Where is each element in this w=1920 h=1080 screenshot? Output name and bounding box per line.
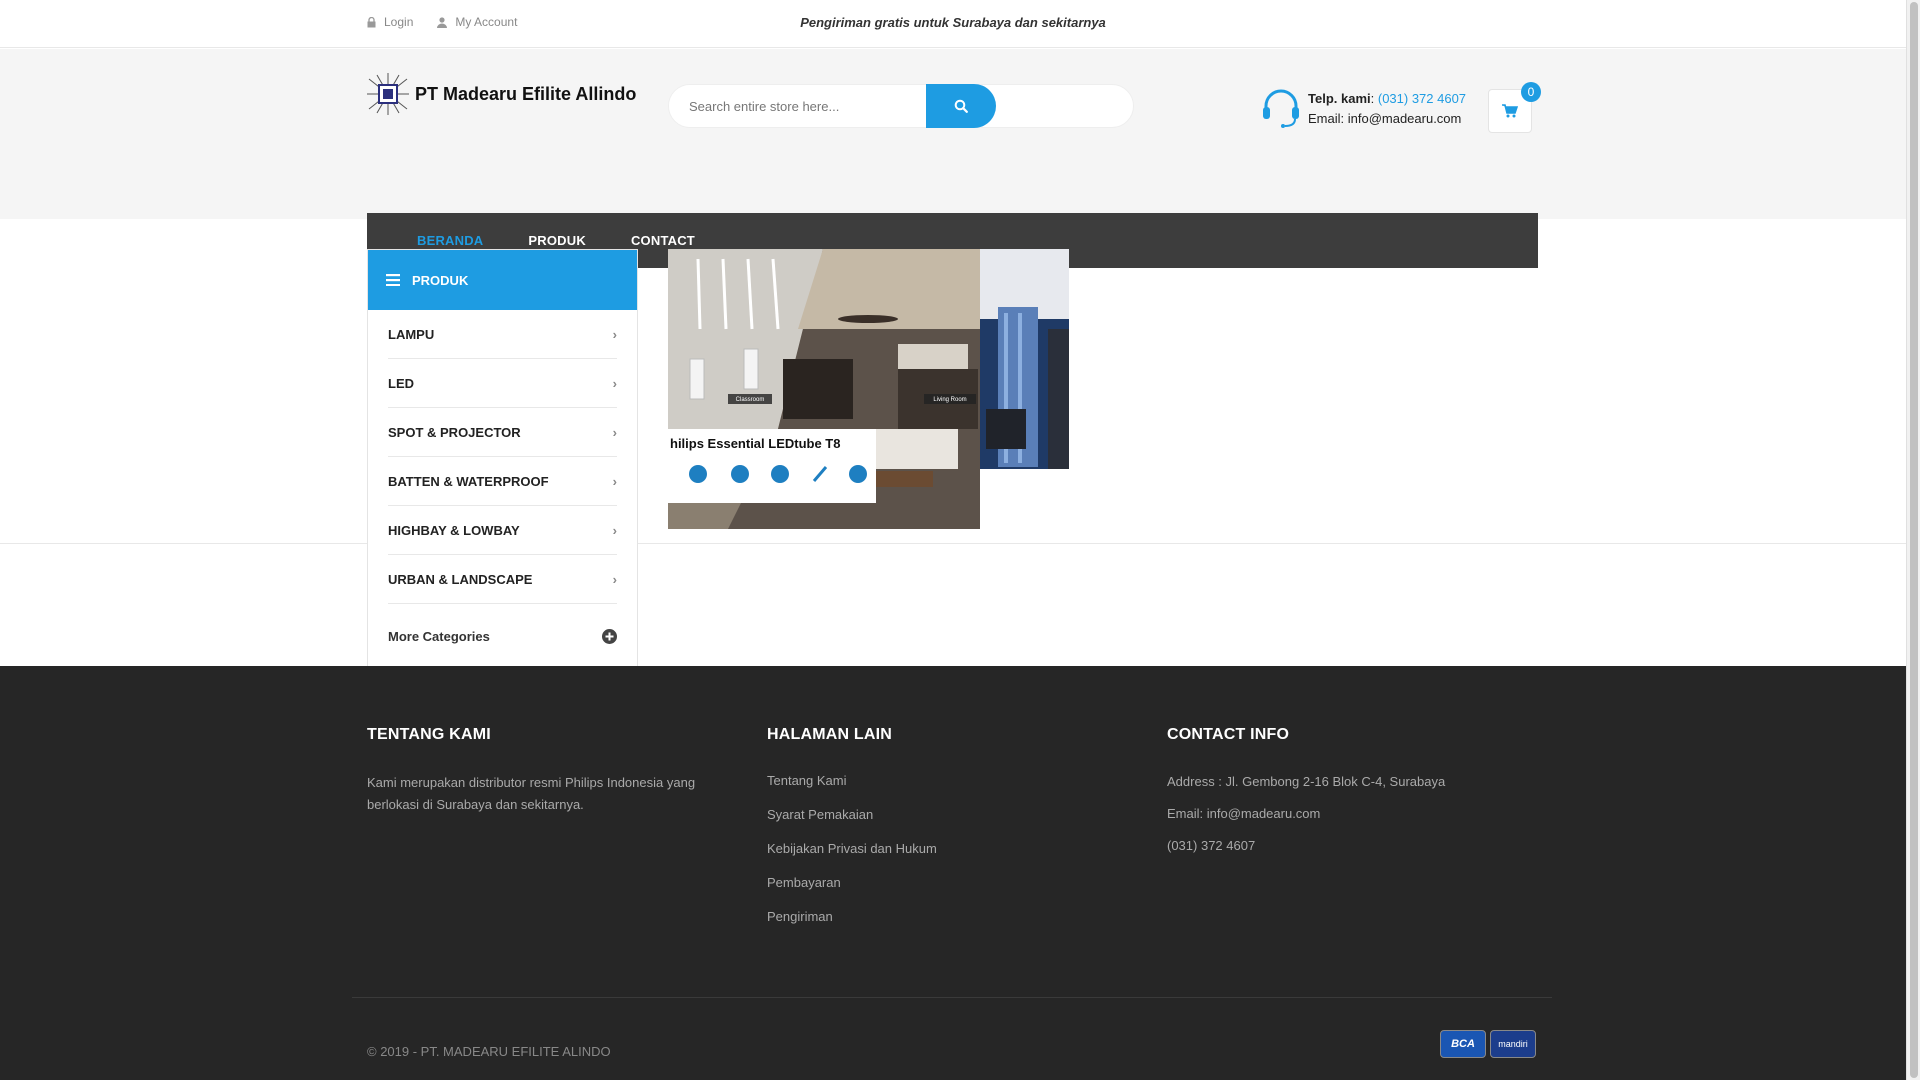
more-categories-button[interactable]: More Categories — [388, 604, 617, 669]
page-scrollbar[interactable] — [1906, 0, 1920, 1080]
search-button[interactable] — [926, 84, 996, 128]
footer: TENTANG KAMI Kami merupakan distributor … — [0, 666, 1906, 1080]
category-title: PRODUK — [412, 272, 469, 288]
footer-about-text: Kami merupakan distributor resmi Philips… — [367, 775, 696, 812]
footer-link-pengiriman[interactable]: Pengiriman — [767, 900, 937, 934]
header-email: Email: info@madearu.com — [1308, 111, 1462, 126]
logo-chip-icon — [367, 73, 409, 115]
headset-icon — [1263, 89, 1299, 128]
product-banner[interactable]: Classroom Living Room hilips Essential L… — [668, 249, 1069, 529]
plus-circle-icon — [602, 629, 617, 644]
shopping-cart-icon — [1502, 104, 1518, 118]
search-icon — [954, 99, 968, 113]
category-label: URBAN & LANDSCAPE — [388, 571, 533, 587]
bca-payment-logo: BCA — [1440, 1030, 1486, 1058]
category-item-spot-projector[interactable]: SPOT & PROJECTOR › — [388, 408, 617, 457]
footer-link-syarat-pemakaian[interactable]: Syarat Pemakaian — [767, 798, 937, 832]
category-label: LAMPU — [388, 326, 435, 342]
footer-about-title: TENTANG KAMI — [367, 726, 491, 743]
footer-divider — [352, 997, 1552, 998]
banner-tag-right: Living Room — [933, 397, 966, 403]
copyright: © 2019 - PT. MADEARU EFILITE ALINDO — [367, 1044, 611, 1059]
header: PT Madearu Efilite Allindo Telp. kami: (… — [0, 49, 1906, 268]
footer-pages: HALAMAN LAIN Tentang Kami Syarat Pemakai… — [767, 726, 937, 934]
section-divider — [0, 543, 1906, 544]
footer-link-pembayaran[interactable]: Pembayaran — [767, 866, 937, 900]
category-label: HIGHBAY & LOWBAY — [388, 522, 520, 538]
category-item-urban-landscape[interactable]: URBAN & LANDSCAPE › — [388, 555, 617, 604]
logo-text: PT Madearu Efilite Allindo — [415, 83, 637, 104]
category-label: SPOT & PROJECTOR — [388, 424, 521, 440]
banner-headline: hilips Essential LEDtube T8 — [670, 436, 840, 451]
menu-icon — [386, 274, 400, 286]
category-item-highbay-lowbay[interactable]: HIGHBAY & LOWBAY › — [388, 506, 617, 555]
mandiri-payment-logo: mandiri — [1490, 1030, 1536, 1058]
chevron-right-icon: › — [612, 522, 617, 538]
payment-methods: BCA mandiri — [1440, 1030, 1536, 1058]
footer-link-kebijakan-privasi[interactable]: Kebijakan Privasi dan Hukum — [767, 832, 937, 866]
header-contact: Telp. kami: (031) 372 4607 Email: info@m… — [1260, 87, 1466, 129]
chevron-right-icon: › — [612, 473, 617, 489]
contact-text: Telp. kami: (031) 372 4607 Email: info@m… — [1308, 87, 1466, 129]
footer-contact-title: CONTACT INFO — [1167, 726, 1290, 743]
chevron-right-icon: › — [612, 424, 617, 440]
footer-phone: (031) 372 4607 — [1167, 838, 1256, 853]
top-bar: Login My Account Pengiriman gratis untuk… — [0, 0, 1906, 48]
chevron-right-icon: › — [612, 571, 617, 587]
footer-pages-title: HALAMAN LAIN — [767, 726, 893, 743]
footer-address: Address : Jl. Gembong 2-16 Blok C-4, Sur… — [1167, 774, 1446, 789]
phone-label: Telp. kami — [1308, 91, 1371, 106]
search-bar — [668, 84, 1134, 128]
chevron-right-icon: › — [612, 326, 617, 342]
cart-button[interactable]: 0 — [1488, 82, 1541, 133]
category-label: LED — [388, 375, 414, 391]
cart-count-badge: 0 — [1521, 82, 1541, 102]
category-header[interactable]: PRODUK — [368, 250, 637, 310]
chevron-right-icon: › — [612, 375, 617, 391]
category-menu: PRODUK LAMPU › LED › SPOT & PROJECTOR › … — [367, 249, 638, 670]
footer-contact: CONTACT INFO Address : Jl. Gembong 2-16 … — [1167, 726, 1445, 862]
scrollbar-thumb[interactable] — [1910, 2, 1918, 1078]
header-phone[interactable]: (031) 372 4607 — [1378, 91, 1466, 106]
footer-email[interactable]: Email: info@madearu.com — [1167, 798, 1445, 830]
category-item-batten-waterproof[interactable]: BATTEN & WATERPROOF › — [388, 457, 617, 506]
footer-about: TENTANG KAMI Kami merupakan distributor … — [367, 726, 727, 816]
search-input[interactable] — [669, 85, 927, 127]
more-categories-label: More Categories — [388, 629, 490, 644]
logo[interactable]: PT Madearu Efilite Allindo — [367, 73, 636, 115]
category-item-led[interactable]: LED › — [388, 359, 617, 408]
promo-text: Pengiriman gratis untuk Surabaya dan sek… — [800, 15, 1106, 30]
category-item-lampu[interactable]: LAMPU › — [388, 310, 617, 359]
banner-tag-left: Classroom — [736, 397, 765, 403]
category-label: BATTEN & WATERPROOF — [388, 473, 549, 489]
footer-link-tentang-kami[interactable]: Tentang Kami — [767, 764, 937, 798]
